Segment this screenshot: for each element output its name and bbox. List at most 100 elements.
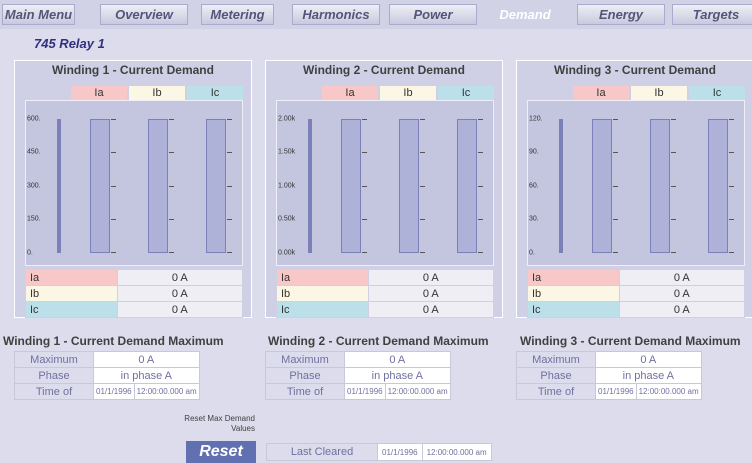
y-tick-label: 0. [529, 249, 535, 257]
time-of-label: Time of [265, 383, 345, 400]
ib-label: Ib [276, 285, 369, 302]
winding-3-max-title: Winding 3 - Current Demand Maximum [520, 334, 741, 348]
ia-row: Ia 0 A [527, 269, 746, 286]
ib-row: Ib 0 A [527, 285, 746, 302]
ic-header: Ic [689, 86, 745, 100]
max-time: 12:00:00.000 am [384, 383, 451, 400]
time-row: Time of 01/1/1996 12:00:00.000 am [516, 383, 702, 400]
winding-1-values-table: Ia 0 A Ib 0 A Ic 0 A [25, 269, 244, 318]
y-tick-label: 0.00k [278, 249, 296, 257]
ic-row: Ic 0 A [276, 301, 495, 318]
nav-tab-main-menu[interactable]: Main Menu [2, 4, 75, 25]
nav-tab-overview[interactable]: Overview [100, 4, 188, 25]
max-time: 12:00:00.000 am [635, 383, 702, 400]
ib-demand-bar [650, 119, 670, 253]
phase-row: Phase in phase A [516, 367, 702, 384]
ia-value: 0 A [116, 269, 244, 286]
winding-3-max-table: Maximum 0 A Phase in phase A Time of 01/1/1… [516, 351, 702, 400]
nav-tab-targets[interactable]: Targets [672, 4, 752, 25]
winding-2-title: Winding 2 - Current Demand [303, 63, 465, 77]
winding-2-max-table: Maximum 0 A Phase in phase A Time of 01/1/1… [265, 351, 451, 400]
phase-value: in phase A [344, 367, 451, 384]
ia-header: Ia [322, 86, 378, 100]
winding-3-bar-area: 120. 90. 60. 30. 0. [527, 100, 745, 266]
ia-demand-bar [341, 119, 361, 253]
ia-value: 0 A [367, 269, 495, 286]
ia-header: Ia [71, 86, 127, 100]
nav-tab-harmonics[interactable]: Harmonics [292, 4, 380, 25]
y-tick-label: 150. [27, 215, 41, 223]
winding-2-panel: Winding 2 - Current Demand Ia Ib Ic 2.00… [265, 60, 503, 318]
y-axis [559, 119, 563, 253]
y-tick-label: 30. [529, 215, 539, 223]
phase-label: Phase [265, 367, 345, 384]
ib-row: Ib 0 A [276, 285, 495, 302]
y-tick-label: 300. [27, 182, 41, 190]
y-tick-label: 1.00k [278, 182, 296, 190]
nav-tab-metering[interactable]: Metering [201, 4, 274, 25]
last-cleared-label: Last Cleared [266, 443, 378, 461]
ia-value: 0 A [618, 269, 746, 286]
time-row: Time of 01/1/1996 12:00:00.000 am [265, 383, 451, 400]
ic-demand-bar [708, 119, 728, 253]
y-tick-label: 0.50k [278, 215, 296, 223]
y-tick-label: 600. [27, 115, 41, 123]
nav-tab-energy[interactable]: Energy [577, 4, 665, 25]
maximum-value: 0 A [93, 351, 200, 368]
ib-label: Ib [527, 285, 620, 302]
ib-row: Ib 0 A [25, 285, 244, 302]
max-row: Maximum 0 A [265, 351, 451, 368]
winding-1-chart: Ia Ib Ic 600. 450. 300. 150. 0. Ia 0 A Ib… [25, 84, 244, 318]
winding-1-max-table: Maximum 0 A Phase in phase A Time of 01/1/1… [14, 351, 200, 400]
ic-label: Ic [276, 301, 369, 318]
maximum-value: 0 A [344, 351, 451, 368]
reset-button[interactable]: Reset [186, 441, 256, 463]
y-axis [308, 119, 312, 253]
winding-1-panel: Winding 1 - Current Demand Ia Ib Ic 600.… [14, 60, 252, 318]
y-tick-label: 120. [529, 115, 543, 123]
y-tick-label: 1.50k [278, 148, 296, 156]
top-navigation: Main Menu Overview Metering Harmonics Po… [0, 0, 752, 29]
nav-tab-power[interactable]: Power [389, 4, 477, 25]
winding-2-chart: Ia Ib Ic 2.00k 1.50k 1.00k 0.50k 0.00k I… [276, 84, 495, 318]
winding-2-max-title: Winding 2 - Current Demand Maximum [268, 334, 489, 348]
ic-label: Ic [25, 301, 118, 318]
winding-2-values-table: Ia 0 A Ib 0 A Ic 0 A [276, 269, 495, 318]
max-date: 01/1/1996 [93, 383, 135, 400]
ia-demand-bar [90, 119, 110, 253]
phase-value: in phase A [595, 367, 702, 384]
ib-demand-bar [148, 119, 168, 253]
nav-tab-demand[interactable]: Demand [490, 4, 560, 25]
ic-label: Ic [527, 301, 620, 318]
last-cleared-time: 12:00:00.000 am [421, 443, 492, 461]
ia-header: Ia [573, 86, 629, 100]
max-time: 12:00:00.000 am [133, 383, 200, 400]
ia-row: Ia 0 A [25, 269, 244, 286]
ic-value: 0 A [367, 301, 495, 318]
winding-3-values-table: Ia 0 A Ib 0 A Ic 0 A [527, 269, 746, 318]
ic-value: 0 A [618, 301, 746, 318]
ic-header: Ic [438, 86, 494, 100]
y-tick-label: 60. [529, 182, 539, 190]
last-cleared-table: Last Cleared 01/1/1996 12:00:00.000 am [266, 443, 492, 461]
ic-demand-bar [206, 119, 226, 253]
ib-label: Ib [25, 285, 118, 302]
ia-label: Ia [276, 269, 369, 286]
last-cleared-row: Last Cleared 01/1/1996 12:00:00.000 am [266, 443, 492, 461]
ia-label: Ia [25, 269, 118, 286]
time-of-label: Time of [516, 383, 596, 400]
ia-label: Ia [527, 269, 620, 286]
ic-row: Ic 0 A [25, 301, 244, 318]
y-tick-label: 2.00k [278, 115, 296, 123]
maximum-value: 0 A [595, 351, 702, 368]
max-date: 01/1/1996 [344, 383, 386, 400]
ib-header: Ib [380, 86, 436, 100]
phase-label: Phase [14, 367, 94, 384]
ia-demand-bar [592, 119, 612, 253]
time-of-label: Time of [14, 383, 94, 400]
phase-row: Phase in phase A [14, 367, 200, 384]
ic-demand-bar [457, 119, 477, 253]
ic-value: 0 A [116, 301, 244, 318]
phase-value: in phase A [93, 367, 200, 384]
maximum-label: Maximum [265, 351, 345, 368]
